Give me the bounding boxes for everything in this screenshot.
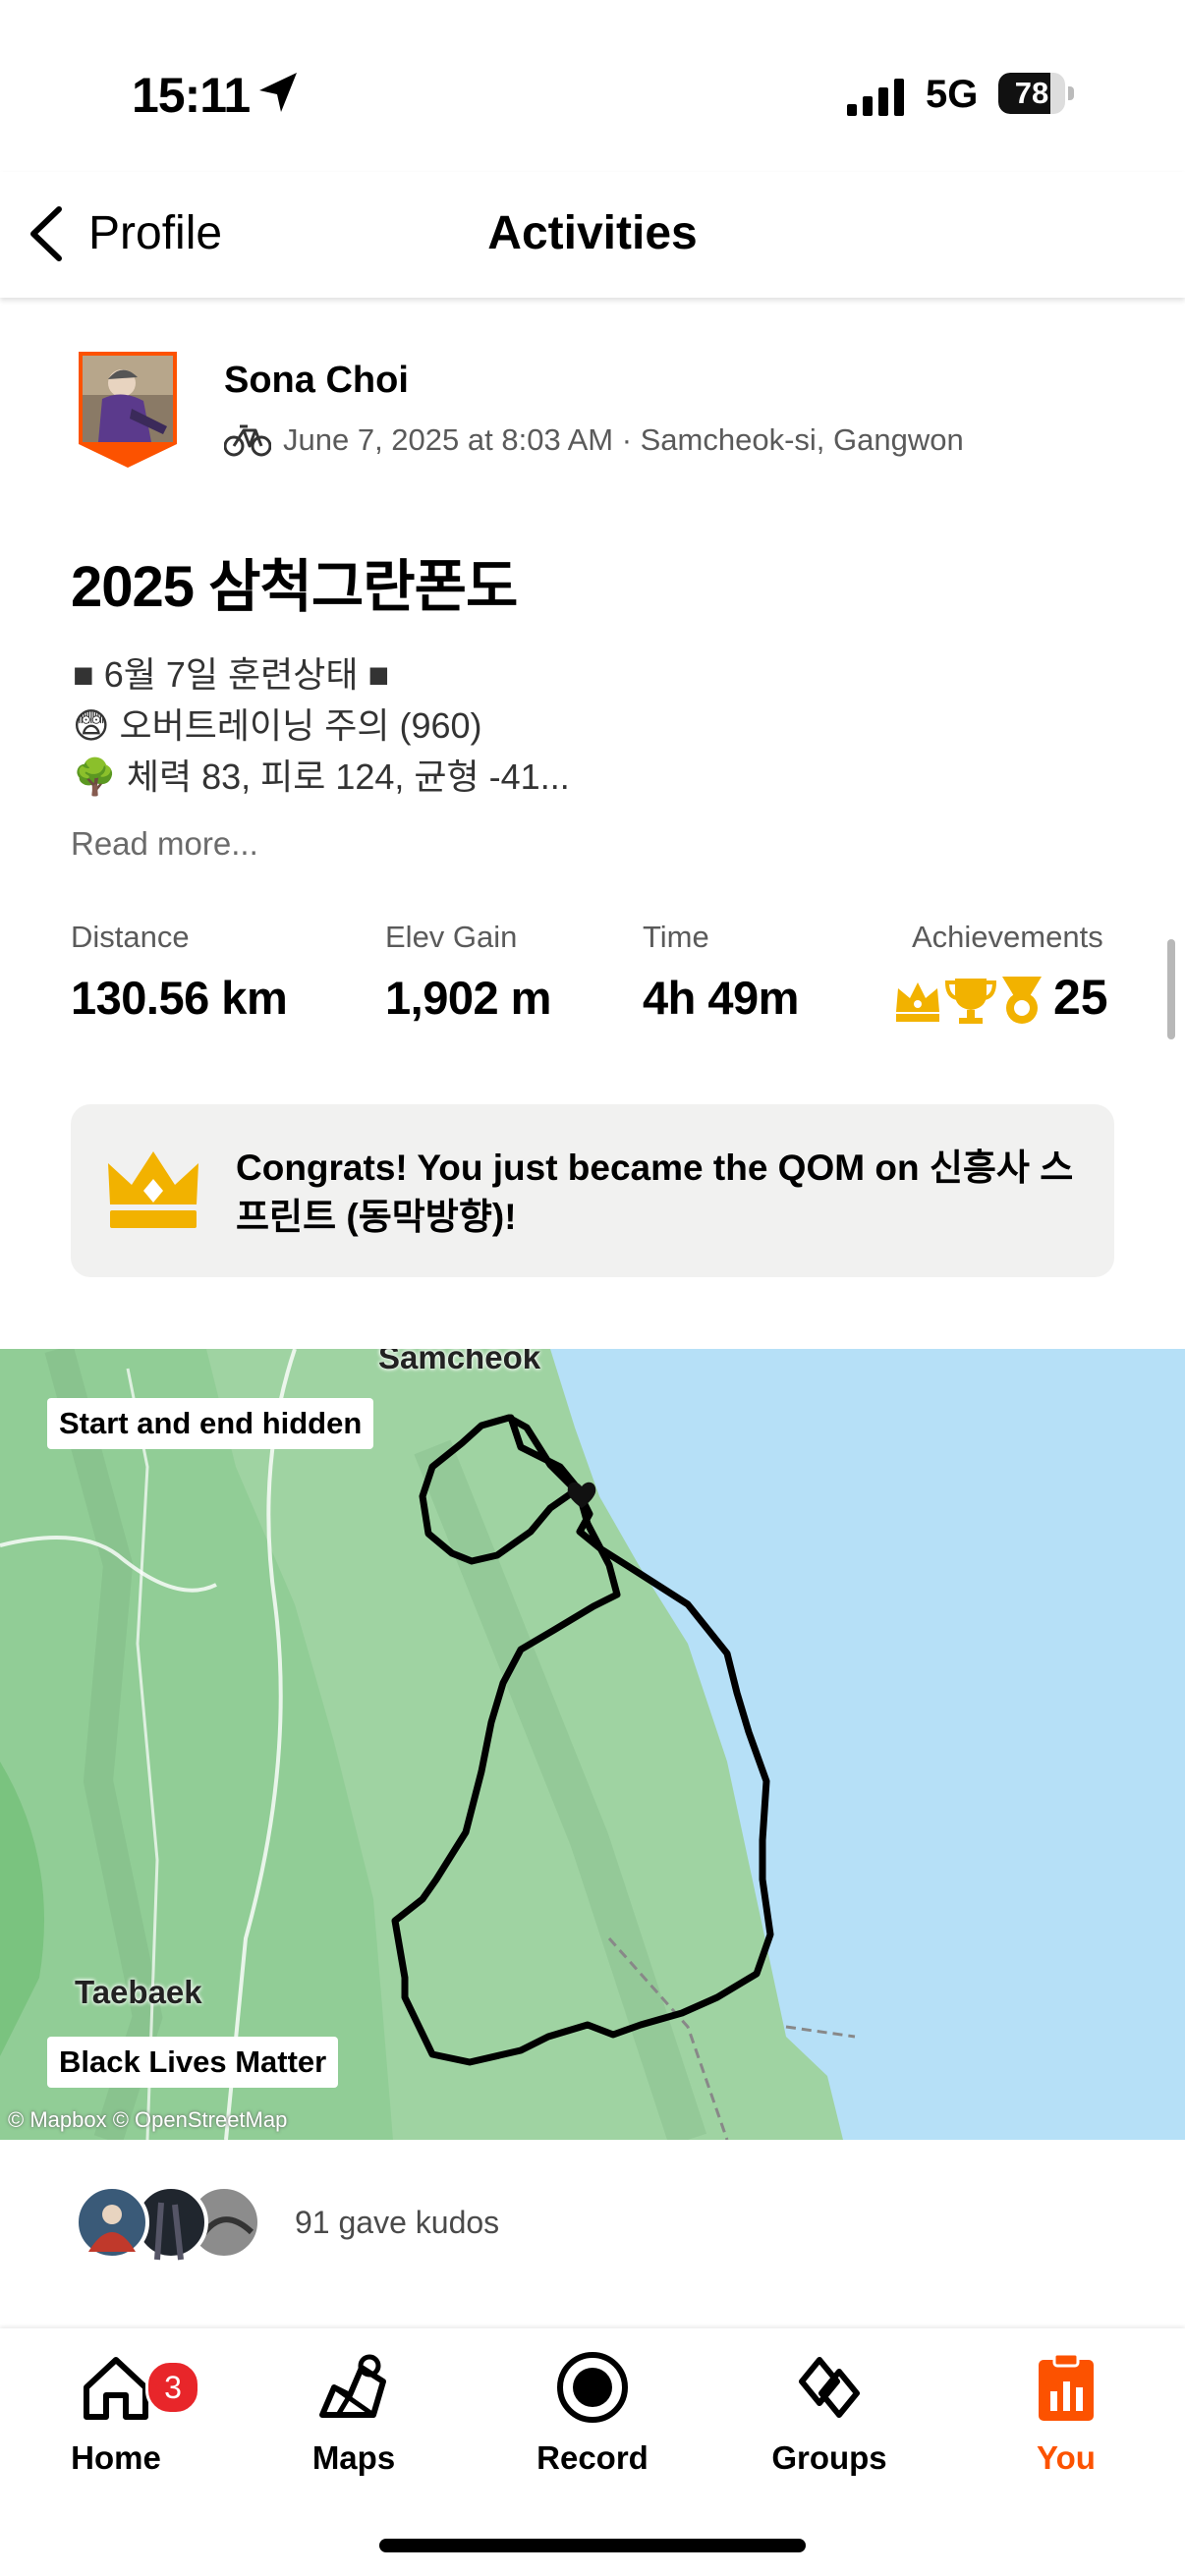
bicycle-icon [224,424,271,457]
description-line: 🌳 체력 83, 피로 124, 균형 -41... [73,756,570,797]
home-indicator [379,2539,806,2552]
trophy-icon [944,979,997,1024]
location-arrow-icon [259,73,297,112]
qom-message: Congrats! You just became the QOM on 신흥사… [236,1148,1074,1237]
map-place-label: Taebaek [75,1974,202,2010]
map-attribution[interactable]: © Mapbox © OpenStreetMap [8,2107,287,2133]
elev-gain-label: Elev Gain [385,920,518,954]
description-line: 😨 오버트레이닝 주의 (960) [73,705,482,746]
start-end-hidden-tag: Start and end hidden [47,1398,374,1449]
home-icon [84,2357,148,2420]
read-more-link[interactable]: Read more... [71,825,258,863]
tab-label: Groups [771,2439,887,2476]
kudos-count[interactable]: 91 gave kudos [295,2205,499,2241]
distance-value: 130.56 km [71,972,288,1024]
map-place-label: Samcheok [378,1349,541,1375]
groups-icon [799,2357,860,2418]
activity-meta: June 7, 2025 at 8:03 AM · Samcheok-si, G… [283,422,964,457]
battery-icon: 78 [998,73,1077,114]
tab-label: Record [536,2439,649,2476]
tab-groups[interactable]: Groups [721,2348,937,2477]
navigation-bar: Profile Activities [0,172,1185,298]
cellular-signal-icon [847,79,904,116]
map-banner-tag: Black Lives Matter [47,2037,339,2088]
map-canvas [0,1349,1185,2140]
tab-label: You [1037,2439,1096,2476]
achievements-count[interactable]: 25 [1053,969,1108,1026]
maps-icon [319,2354,386,2418]
record-icon [557,2352,628,2423]
elev-gain-value: 1,902 m [385,972,551,1024]
tab-home[interactable]: Home 3 [8,2348,224,2477]
athlete-name[interactable]: Sona Choi [224,360,409,402]
scrollbar[interactable] [1167,939,1175,1039]
time-value: 4h 49m [643,972,799,1024]
battery-level: 78 [1014,76,1049,110]
tab-label: Maps [311,2439,396,2476]
distance-label: Distance [71,920,190,954]
crown-icon [108,1151,198,1228]
activity-title: 2025 삼척그란폰도 [71,555,518,619]
crown-icon [896,982,939,1022]
status-time: 15:11 [132,68,251,123]
description-line: ■ 6월 7일 훈련상태 ■ [73,654,390,695]
time-label: Time [643,920,709,954]
network-type: 5G [926,73,979,116]
tab-label: Home [71,2439,161,2476]
kudos-avatars[interactable] [73,2183,269,2262]
you-icon [1039,2352,1094,2421]
athlete-avatar[interactable] [73,350,183,470]
tab-record[interactable]: Record [484,2348,701,2477]
route-map[interactable]: Samcheok Taebaek Start and end hidden Bl… [0,1349,1185,2140]
achievements-label: Achievements [912,920,1103,954]
tab-you[interactable]: You [958,2348,1174,2477]
achievement-icons [896,977,1042,1024]
page-title: Activities [487,207,698,259]
medal-icon [1002,977,1042,1024]
tab-maps[interactable]: Maps [246,2348,462,2477]
qom-banner[interactable]: Congrats! You just became the QOM on 신흥사… [71,1104,1114,1277]
notification-badge: 3 [145,2360,200,2415]
